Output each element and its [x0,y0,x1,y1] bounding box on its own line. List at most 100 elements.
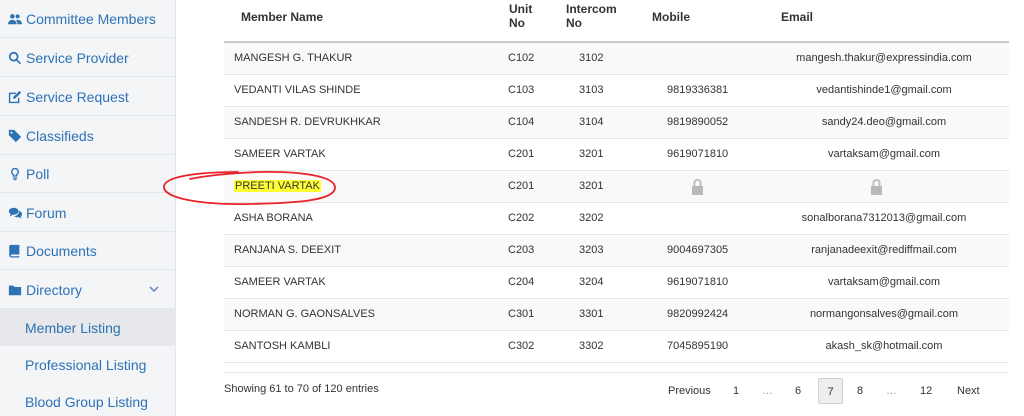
cell-unit-no: C302 [508,340,535,352]
sidebar-item-label: Committee Members [26,10,156,27]
cell-unit-no: C201 [508,180,535,192]
column-header-email[interactable]: Email [781,10,813,24]
page-1-button[interactable]: 1 [733,378,739,404]
sidebar-item-forum[interactable]: Forum [0,194,176,232]
sidebar-item-label: Documents [26,242,97,259]
sidebar-subitem-member-listing[interactable]: Member Listing [0,309,176,346]
sidebar-item-committee-members[interactable]: Committee Members [0,0,176,38]
cell-unit-no: C203 [508,244,535,256]
sidebar-subitem-label: Blood Group Listing [25,393,148,410]
page-12-button[interactable]: 12 [920,378,932,404]
table-row[interactable]: ASHA BORANA C202 3202 sonalborana7312013@gm… [224,203,1009,235]
lock-icon [691,179,704,195]
edit-icon [6,89,23,105]
column-header-unit-no[interactable]: Unit No [509,2,532,30]
table-row[interactable]: MANGESH G. THAKUR C102 3102 mangesh.thakur@… [224,43,1009,75]
comments-icon [6,205,23,221]
sidebar-item-documents[interactable]: Documents [0,232,176,270]
sidebar-item-service-provider[interactable]: Service Provider [0,39,176,77]
chevron-down-icon[interactable] [148,282,160,294]
table-row[interactable]: VEDANTI VILAS SHINDE C103 3103 9819336381 ve… [224,75,1009,107]
previous-page-button[interactable]: Previous [668,378,711,404]
column-header-intercom-line1: Intercom [566,2,617,16]
next-page-button[interactable]: Next [957,378,980,404]
cell-intercom-no: 3201 [579,180,604,192]
book-icon [6,243,23,259]
cell-intercom-no: 3104 [579,116,604,128]
column-header-intercom-no[interactable]: Intercom No [566,2,617,30]
cell-member-name: PREETI VARTAK [234,171,321,202]
sidebar-item-label: Directory [26,281,83,298]
sidebar-subitem-label: Member Listing [25,319,121,336]
member-name-text: RANJANA S. DEEXIT [234,244,341,256]
sidebar-item-directory[interactable]: Directory [0,271,176,309]
member-name-text: SAMEER VARTAK [234,276,326,288]
cell-email: vedantishinde1@gmail.com [816,84,952,96]
cell-mobile: 7045895190 [667,340,729,352]
page-7-button[interactable]: 7 [818,378,843,404]
member-name-text: SANDESH R. DEVRUKHKAR [234,116,381,128]
member-name-text: SANTOSH KAMBLI [234,340,331,352]
member-name-text: VEDANTI VILAS SHINDE [234,84,361,96]
table-footer-divider [224,372,1009,373]
column-header-member-name[interactable]: Member Name [241,10,323,24]
folder-icon [6,282,23,298]
cell-mobile: 9820992424 [667,308,729,320]
cell-intercom-no: 3302 [579,340,604,352]
cell-email: ranjanadeexit@rediffmail.com [811,244,957,256]
cell-intercom-no: 3301 [579,308,604,320]
table-row[interactable]: SAMEER VARTAK C201 3201 9619071810 vartaksam… [224,139,1009,171]
sidebar-item-label: Forum [26,204,67,221]
cell-email: vartaksam@gmail.com [827,148,941,160]
sidebar-item-label: Service Provider [26,49,129,66]
table-row[interactable]: NORMAN G. GAONSALVES C301 3301 9820992424 no… [224,299,1009,331]
table-row[interactable]: SANDESH R. DEVRUKHKAR C104 3104 9819890052 s… [224,107,1009,139]
column-header-unit-line2: No [509,16,525,30]
sidebar-item-label: Poll [26,165,50,182]
column-header-intercom-line2: No [566,16,582,30]
cell-member-name: RANJANA S. DEEXIT [234,235,341,266]
lightbulb-icon [6,166,23,182]
sidebar-item-classifieds[interactable]: Classifieds [0,117,176,155]
cell-intercom-no: 3202 [579,212,604,224]
cell-intercom-no: 3204 [579,276,604,288]
pagination-ellipsis: … [886,385,897,397]
page-6-button[interactable]: 6 [795,378,801,404]
sidebar-subitem-professional-listing[interactable]: Professional Listing [0,346,176,383]
page-8-button[interactable]: 8 [857,378,863,404]
column-header-unit-line1: Unit [509,2,533,16]
table-row[interactable]: SAMEER VARTAK C204 3204 9619071810 vartaksam… [224,267,1009,299]
table-row[interactable]: RANJANA S. DEEXIT C203 3203 9004697305 ranja… [224,235,1009,267]
cell-unit-no: C103 [508,84,535,96]
cell-unit-no: C201 [508,148,535,160]
cell-mobile: 9819890052 [667,116,729,128]
member-name-text: SAMEER VARTAK [234,148,326,160]
cell-intercom-no: 3201 [579,148,604,160]
cell-unit-no: C202 [508,212,535,224]
lock-icon [870,179,883,195]
cell-member-name: SAMEER VARTAK [234,139,326,170]
sidebar-item-service-request[interactable]: Service Request [0,78,176,116]
cell-intercom-no: 3102 [579,52,604,64]
sidebar-item-poll[interactable]: Poll [0,155,176,193]
column-header-mobile[interactable]: Mobile [652,10,690,24]
cell-email: mangesh.thakur@expressindia.com [796,52,972,64]
cell-email: normangonsalves@gmail.com [809,308,959,320]
cell-unit-no: C204 [508,276,535,288]
table-row[interactable]: PREETI VARTAK C201 3201 [224,171,1009,203]
cell-intercom-no: 3203 [579,244,604,256]
cell-member-name: SANDESH R. DEVRUKHKAR [234,107,381,138]
cell-email: vartaksam@gmail.com [827,276,941,288]
sidebar-subitem-blood-group-listing[interactable]: Blood Group Listing [0,383,176,416]
member-name-text: MANGESH G. THAKUR [234,52,353,64]
member-name-text: NORMAN G. GAONSALVES [234,308,375,320]
cell-member-name: SAMEER VARTAK [234,267,326,298]
cell-member-name: MANGESH G. THAKUR [234,43,352,74]
member-name-text: ASHA BORANA [234,212,313,224]
highlighted-member-name: PREETI VARTAK [234,180,321,192]
cell-unit-no: C301 [508,308,535,320]
app-root: Committee Members Service Provider Servi… [0,0,1024,416]
table-row[interactable]: SANTOSH KAMBLI C302 3302 7045895190 akash_sk… [224,331,1009,363]
cell-member-name: SANTOSH KAMBLI [234,331,330,362]
cell-unit-no: C104 [508,116,535,128]
